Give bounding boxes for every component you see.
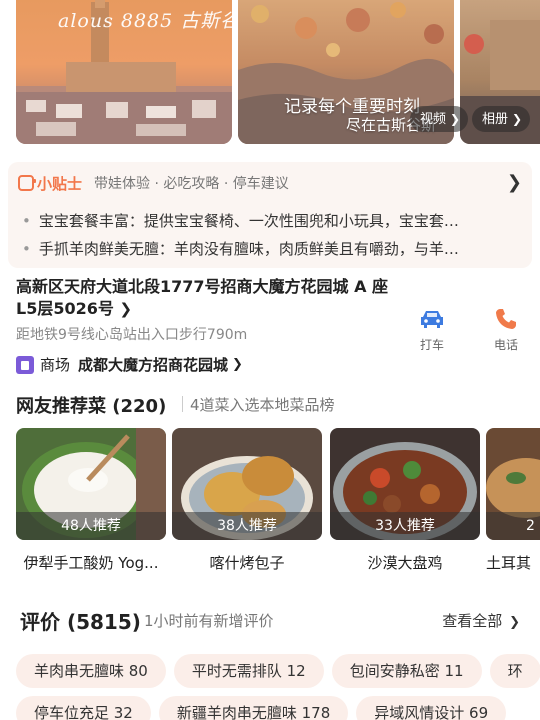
dish-card[interactable]: 2 土耳其 bbox=[486, 428, 540, 573]
phone-icon bbox=[486, 306, 526, 332]
mall-link[interactable]: 商场 成都大魔方招商花园城 ❯ bbox=[16, 354, 243, 375]
taxi-label: 打车 bbox=[419, 338, 444, 352]
review-tag[interactable]: 停车位充足 32 bbox=[16, 696, 151, 720]
dish-name: 喀什烤包子 bbox=[209, 554, 285, 572]
address-text: 高新区天府大道北段1777号招商大魔方花园城 A 座L5层5026号 bbox=[16, 277, 389, 318]
video-button[interactable]: 视频 ❯ bbox=[410, 106, 469, 132]
chevron-right-icon: ❯ bbox=[119, 300, 133, 318]
tips-header: 小贴士 带娃体验 · 必吃攻略 · 停车建议 bbox=[18, 172, 289, 194]
mall-name: 成都大魔方招商花园城 bbox=[78, 356, 229, 374]
tip-item: • 手抓羊肉鲜美无膻：羊肉没有膻味，肉质鲜美且有嚼劲，与羊… bbox=[22, 240, 459, 258]
review-tag[interactable]: 包间安静私密 11 bbox=[331, 654, 482, 688]
tips-card[interactable]: 小贴士 带娃体验 · 必吃攻略 · 停车建议 ❯ • 宝宝套餐丰富：提供宝宝餐椅、… bbox=[8, 162, 532, 268]
review-tag[interactable]: 羊肉串无膻味 80 bbox=[16, 654, 166, 688]
tips-subtitle: 带娃体验 · 必吃攻略 · 停车建议 bbox=[94, 176, 289, 192]
chevron-right-icon[interactable]: ❯ bbox=[507, 172, 522, 193]
recommend-badge: 33人推荐 bbox=[330, 512, 480, 540]
dish-photo: 33人推荐 bbox=[330, 428, 480, 540]
brand-watermark: alous 8885 古斯谷斯 bbox=[58, 10, 232, 32]
recommend-badge: 48人推荐 bbox=[16, 512, 166, 540]
review-tag[interactable]: 新疆羊肉串无膻味 178 bbox=[158, 696, 349, 720]
reviews-title: 评价 (5815) bbox=[20, 610, 141, 634]
chevron-right-icon: ❯ bbox=[509, 615, 520, 630]
dishes-subtitle: 4道菜入选本地菜品榜 bbox=[190, 396, 335, 414]
taxi-button[interactable]: 打车 bbox=[412, 306, 452, 353]
review-tag[interactable]: 异域风情设计 69 bbox=[356, 696, 507, 720]
view-all-label: 查看全部 bbox=[442, 612, 503, 630]
dish-card[interactable]: 33人推荐 沙漠大盘鸡 bbox=[330, 428, 480, 573]
video-label: 视频 bbox=[420, 112, 447, 127]
dish-card[interactable]: 38人推荐 喀什烤包子 bbox=[172, 428, 322, 573]
dish-name: 沙漠大盘鸡 bbox=[367, 554, 443, 572]
phone-button[interactable]: 电话 bbox=[486, 306, 526, 353]
divider bbox=[182, 396, 183, 412]
gallery-photo-1[interactable]: alous 8885 古斯谷斯 bbox=[16, 0, 232, 144]
tip-text: 手抓羊肉鲜美无膻：羊肉没有膻味，肉质鲜美且有嚼劲，与羊… bbox=[38, 240, 459, 258]
recommend-badge: 2 bbox=[486, 512, 540, 540]
tips-logo-icon bbox=[18, 175, 36, 191]
view-all-reviews-link[interactable]: 查看全部 ❯ bbox=[442, 610, 520, 631]
tips-title: 小贴士 bbox=[37, 174, 83, 193]
dish-name: 伊犁手工酸奶 Yog... bbox=[23, 554, 159, 572]
tip-item: • 宝宝套餐丰富：提供宝宝餐椅、一次性围兜和小玩具，宝宝套… bbox=[22, 212, 459, 230]
reviews-subtitle: 1小时前有新增评价 bbox=[144, 612, 274, 630]
tip-text: 宝宝套餐丰富：提供宝宝餐椅、一次性围兜和小玩具，宝宝套… bbox=[38, 212, 459, 230]
review-tags-row: 停车位充足 32 新疆羊肉串无膻味 178 异域风情设计 69 bbox=[16, 696, 507, 720]
photo-gallery[interactable]: alous 8885 古斯谷斯 记录每个重要时刻 尽在古斯谷斯 视频❯ 相册❯ bbox=[0, 0, 540, 150]
album-button[interactable]: 相册 ❯ bbox=[472, 106, 531, 132]
car-icon bbox=[412, 306, 452, 332]
mall-icon bbox=[16, 355, 34, 374]
mall-type: 商场 bbox=[40, 356, 71, 374]
review-tag[interactable]: 环 bbox=[489, 654, 540, 688]
recommend-badge: 38人推荐 bbox=[172, 512, 322, 540]
dish-photo: 2 bbox=[486, 428, 540, 540]
chevron-right-icon: ❯ bbox=[450, 112, 461, 126]
dish-photo: 38人推荐 bbox=[172, 428, 322, 540]
address[interactable]: 高新区天府大道北段1777号招商大魔方花园城 A 座L5层5026号 ❯ bbox=[16, 276, 396, 320]
review-tag[interactable]: 平时无需排队 12 bbox=[173, 654, 324, 688]
metro-distance: 距地铁9号线心岛站出入口步行790m bbox=[16, 327, 248, 343]
dish-name: 土耳其 bbox=[486, 554, 532, 572]
chevron-right-icon: ❯ bbox=[512, 112, 523, 126]
dishes-title: 网友推荐菜 (220) bbox=[16, 396, 167, 417]
dish-photo: 48人推荐 bbox=[16, 428, 166, 540]
phone-label: 电话 bbox=[493, 338, 518, 352]
chevron-right-icon: ❯ bbox=[232, 357, 243, 372]
album-label: 相册 bbox=[482, 112, 509, 127]
dish-card[interactable]: 48人推荐 伊犁手工酸奶 Yog... bbox=[16, 428, 166, 573]
review-tags-row: 羊肉串无膻味 80 平时无需排队 12 包间安静私密 11 环 bbox=[16, 654, 540, 688]
